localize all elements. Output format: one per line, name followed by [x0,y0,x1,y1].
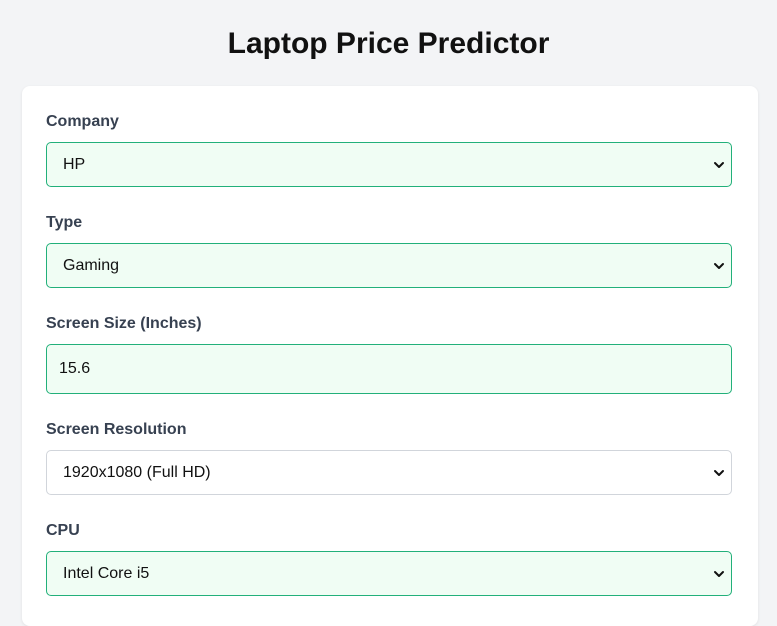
screen-size-value: 15.6 [59,360,91,377]
cpu-select[interactable]: Intel Core i5 [46,551,732,596]
company-label: Company [46,113,119,130]
chevron-down-icon [714,570,724,577]
company-select[interactable]: HP [46,142,732,187]
screen-resolution-label: Screen Resolution [46,421,187,438]
company-selected-value: HP [63,155,86,173]
chevron-down-icon [714,262,724,269]
screen-resolution-select[interactable]: 1920x1080 (Full HD) [46,450,732,495]
chevron-down-icon [714,161,724,168]
page-title: Laptop Price Predictor [227,27,550,60]
type-select[interactable]: Gaming [46,243,732,288]
screen-size-label: Screen Size (Inches) [46,315,202,332]
screen-resolution-selected-value: 1920x1080 (Full HD) [63,463,211,481]
type-label: Type [46,214,83,231]
cpu-selected-value: Intel Core i5 [63,564,150,582]
chevron-down-icon [714,469,724,476]
cpu-label: CPU [46,522,80,539]
type-selected-value: Gaming [63,256,120,274]
prediction-form: Company HP Type Gaming Screen Size (Inch… [22,86,758,626]
screen-size-input[interactable]: 15.6 [46,344,732,394]
